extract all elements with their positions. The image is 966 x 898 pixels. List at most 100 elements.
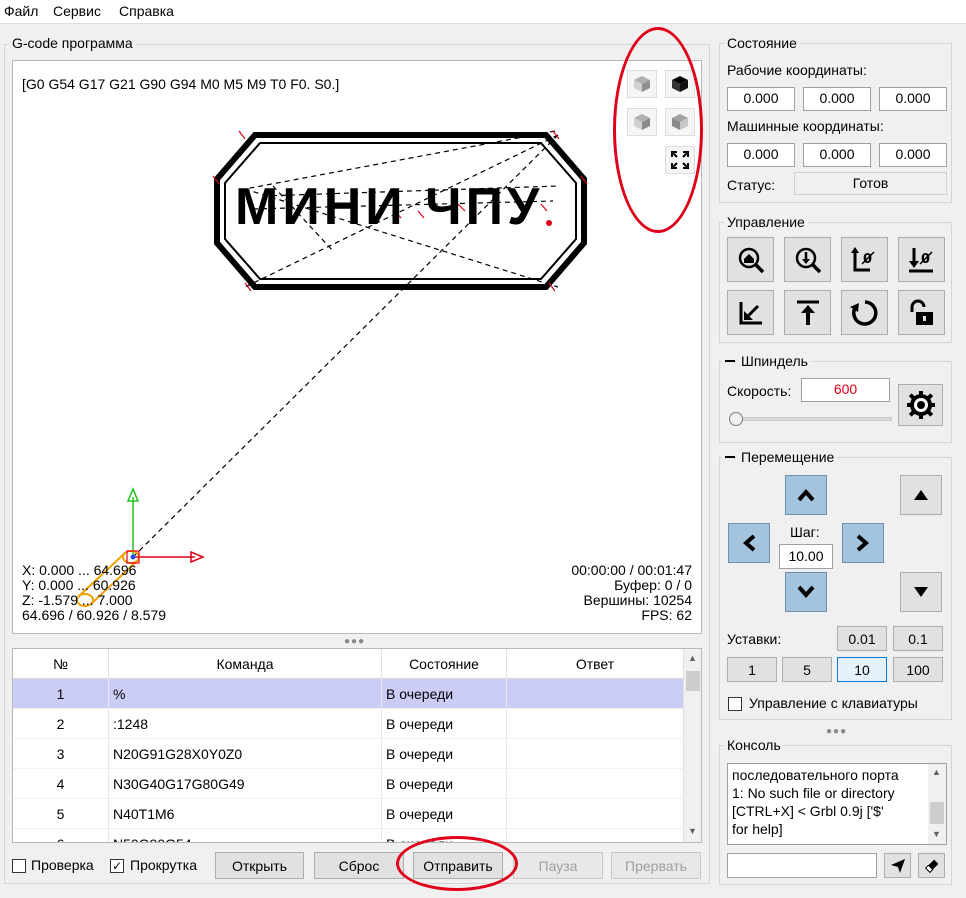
machine-coords-label: Машинные координаты: xyxy=(727,118,884,134)
send-button[interactable]: Отправить xyxy=(413,852,503,879)
jog-x-minus-button[interactable] xyxy=(728,523,770,563)
collapse-icon xyxy=(725,360,735,362)
fit-view-button[interactable] xyxy=(665,146,695,174)
drawing-text: МИНИ ЧПУ xyxy=(235,178,544,236)
check-mode-label: Проверка xyxy=(31,857,94,873)
probe-z-button[interactable] xyxy=(784,237,831,282)
cell-state: В очереди xyxy=(382,769,507,799)
chevron-up-icon xyxy=(797,488,815,502)
scroll-thumb[interactable] xyxy=(930,802,944,824)
spindle-group-title[interactable]: Шпиндель xyxy=(722,353,811,369)
abort-button[interactable]: Прервать xyxy=(611,852,701,879)
console-command-input[interactable] xyxy=(727,853,877,878)
gcode-visualizer[interactable]: [G0 G54 G17 G21 G90 G94 M0 M5 M9 T0 F0. … xyxy=(12,60,702,634)
console-group-title: Консоль xyxy=(724,737,784,753)
jog-z-minus-button[interactable] xyxy=(900,572,942,612)
spindle-toggle-button[interactable] xyxy=(898,384,943,426)
reset-button[interactable]: Сброс xyxy=(314,852,404,879)
range-y: Y: 0.000 ... 60.926 xyxy=(22,577,136,593)
jog-x-plus-button[interactable] xyxy=(842,523,884,563)
zero-xy-button[interactable]: 0 xyxy=(841,237,888,282)
scroll-up-icon[interactable]: ▲ xyxy=(688,653,697,663)
home-button[interactable] xyxy=(727,237,774,282)
table-row[interactable]: 3 N20G91G28X0Y0Z0 В очереди xyxy=(13,739,683,769)
splitter-handle[interactable]: ●●● xyxy=(344,636,365,647)
return-origin-icon xyxy=(739,301,762,324)
jog-step-label: Шаг: xyxy=(790,524,820,540)
view-front-button[interactable] xyxy=(627,108,657,136)
table-header: № Команда Состояние Ответ xyxy=(13,649,683,679)
spindle-speed-input[interactable]: 600 xyxy=(801,378,890,402)
table-row[interactable]: 2:1248 В очереди xyxy=(13,709,683,739)
console-clear-button[interactable] xyxy=(918,853,945,878)
table-row[interactable]: 4 N30G40G17G80G49 В очереди xyxy=(13,769,683,799)
table-scrollbar[interactable]: ▲ ▼ xyxy=(683,649,701,842)
safe-z-button[interactable] xyxy=(784,290,831,335)
menu-help[interactable]: Справка xyxy=(119,3,174,19)
menu-service[interactable]: Сервис xyxy=(53,3,101,19)
col-command[interactable]: Команда xyxy=(109,649,382,679)
view-left-button[interactable] xyxy=(665,108,695,136)
eraser-icon xyxy=(924,859,938,873)
spindle-speed-slider[interactable] xyxy=(736,417,892,421)
scroll-thumb[interactable] xyxy=(686,671,700,691)
open-button[interactable]: Открыть xyxy=(215,852,304,879)
col-num[interactable]: № xyxy=(13,649,109,679)
cell-response xyxy=(507,769,683,799)
preset-100-button[interactable]: 100 xyxy=(893,657,943,682)
scroll-down-icon[interactable]: ▼ xyxy=(932,829,941,839)
cell-num: 1 xyxy=(13,679,109,709)
zero-z-button[interactable]: 0 xyxy=(898,237,945,282)
table-row[interactable]: 5 N40T1M6 В очереди xyxy=(13,799,683,829)
preset-1-button[interactable]: 1 xyxy=(727,657,777,682)
col-state[interactable]: Состояние xyxy=(382,649,507,679)
autoscroll-checkbox[interactable]: ✓ xyxy=(110,859,124,873)
jog-step-input[interactable]: 10.00 xyxy=(779,544,833,569)
table-row[interactable]: 1% В очереди xyxy=(13,679,683,709)
return-xy-button[interactable] xyxy=(727,290,774,335)
preset-0-01-button[interactable]: 0.01 xyxy=(837,626,887,651)
fps-counter: FPS: 62 xyxy=(641,607,692,623)
triangle-down-icon xyxy=(914,587,928,597)
table-row[interactable]: 6N50G90G54В очереди xyxy=(13,829,683,842)
cell-response xyxy=(507,739,683,769)
range-x: X: 0.000 ... 64.696 xyxy=(22,562,137,578)
cell-command: N30G40G17G80G49 xyxy=(109,769,382,799)
spindle-speed-label: Скорость: xyxy=(727,383,792,399)
unlock-button[interactable] xyxy=(898,290,945,335)
jog-group-title[interactable]: Перемещение xyxy=(722,449,838,465)
cube-top-icon xyxy=(672,76,688,92)
elapsed-time: 00:00:00 / 00:01:47 xyxy=(571,562,692,578)
check-mode-checkbox[interactable] xyxy=(12,859,26,873)
col-response[interactable]: Ответ xyxy=(507,649,683,679)
console-scrollbar[interactable]: ▲ ▼ xyxy=(928,764,946,844)
preset-5-button[interactable]: 5 xyxy=(782,657,832,682)
spindle-slider-handle[interactable] xyxy=(729,412,743,426)
cell-command: % xyxy=(109,679,382,709)
pause-button[interactable]: Пауза xyxy=(513,852,603,879)
menu-file[interactable]: Файл xyxy=(4,3,38,19)
work-z-field: 0.000 xyxy=(879,87,947,111)
keyboard-control-checkbox[interactable] xyxy=(728,697,742,711)
cube-front-icon xyxy=(634,114,650,130)
scroll-down-icon[interactable]: ▼ xyxy=(688,826,697,836)
jog-y-minus-button[interactable] xyxy=(785,572,827,612)
home-search-icon xyxy=(738,247,764,273)
preset-10-button[interactable]: 10 xyxy=(837,657,887,682)
jog-z-plus-button[interactable] xyxy=(900,475,942,515)
visualizer-info-right: 00:00:00 / 00:01:47 Буфер: 0 / 0 Вершины… xyxy=(571,563,692,623)
soft-reset-button[interactable] xyxy=(841,290,888,335)
control-group-title: Управление xyxy=(724,214,808,230)
view-isometric-button[interactable] xyxy=(627,70,657,98)
machine-z-field: 0.000 xyxy=(879,143,947,167)
scroll-up-icon[interactable]: ▲ xyxy=(932,767,941,777)
console-lines: последовательного порта 1: No such file … xyxy=(732,766,927,838)
console-send-button[interactable] xyxy=(884,853,911,878)
view-top-button[interactable] xyxy=(665,70,695,98)
jog-y-plus-button[interactable] xyxy=(785,475,827,515)
collapse-icon xyxy=(725,456,735,458)
console-output[interactable]: последовательного порта 1: No such file … xyxy=(727,763,947,845)
jog-title-text: Перемещение xyxy=(741,449,835,465)
splitter-handle-right[interactable]: ●●● xyxy=(826,726,847,737)
preset-0-1-button[interactable]: 0.1 xyxy=(893,626,943,651)
